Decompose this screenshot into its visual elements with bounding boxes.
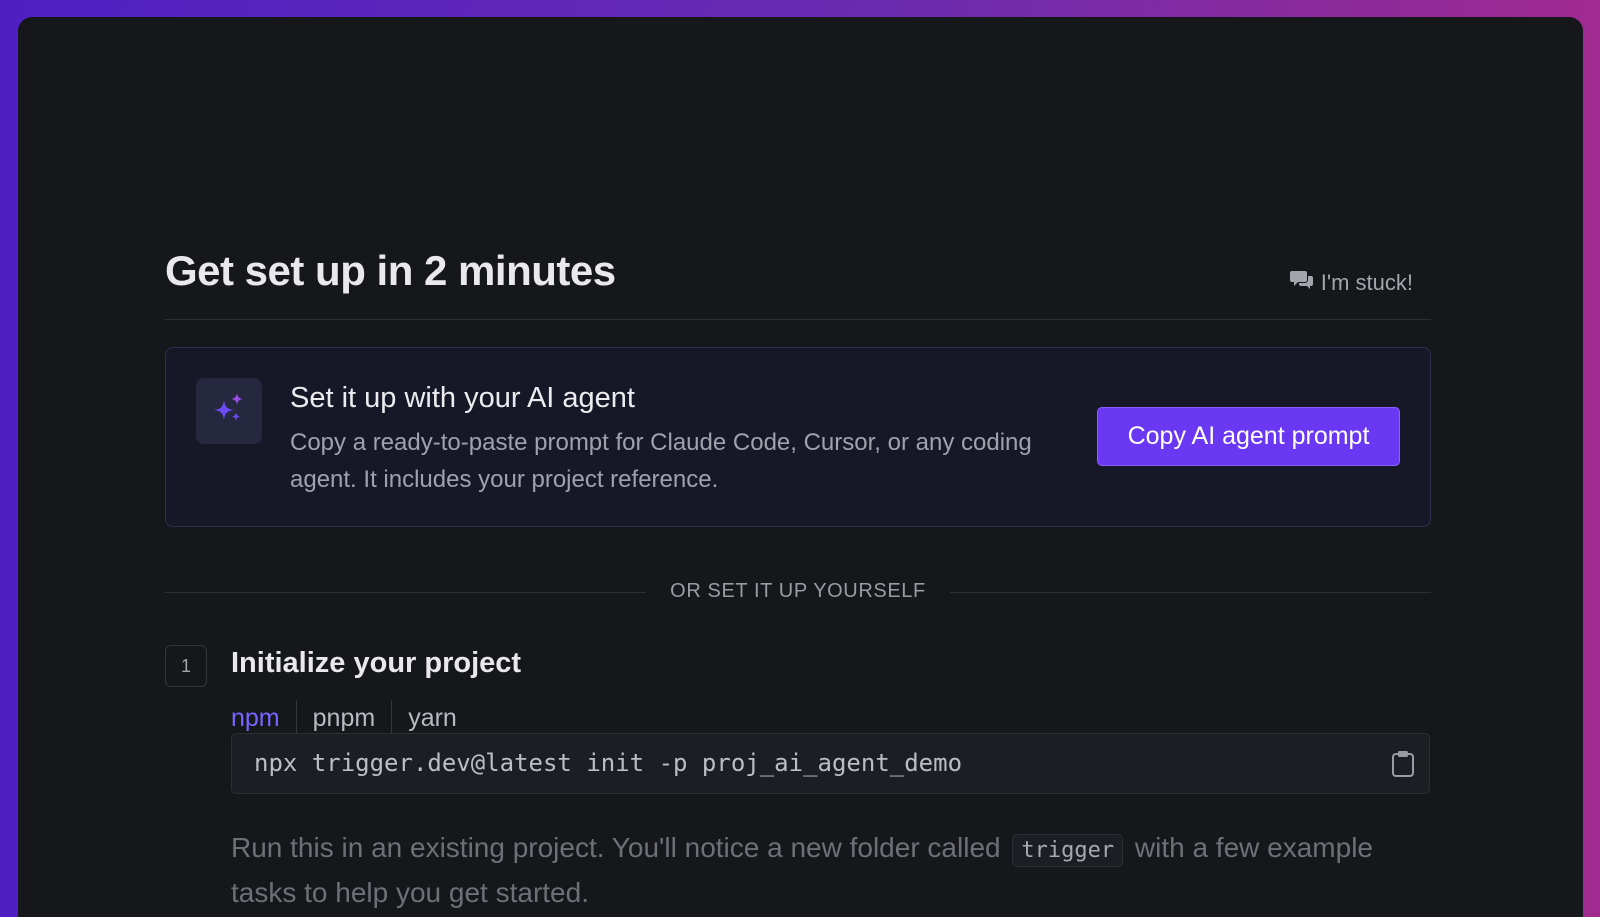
help-text-before: Run this in an existing project. You'll …	[231, 832, 1001, 863]
tab-pnpm[interactable]: pnpm	[297, 699, 392, 737]
ai-card-title: Set it up with your AI agent	[290, 382, 635, 414]
sparkles-icon	[212, 392, 246, 431]
page-header: Get set up in 2 minutes I'm stuck!	[165, 235, 1431, 320]
app-window: Get set up in 2 minutes I'm stuck! Set i…	[18, 17, 1583, 917]
divider-line-right	[950, 592, 1431, 593]
im-stuck-label: I'm stuck!	[1320, 270, 1413, 295]
ai-agent-card: Set it up with your AI agent Copy a read…	[165, 347, 1431, 527]
package-manager-tabs: npm pnpm yarn	[231, 699, 473, 737]
trigger-folder-code: trigger	[1012, 834, 1124, 867]
step-help-text: Run this in an existing project. You'll …	[231, 827, 1431, 914]
tab-yarn[interactable]: yarn	[392, 699, 473, 737]
command-code-block: npx trigger.dev@latest init -p proj_ai_a…	[231, 733, 1430, 794]
ai-card-description: Copy a ready-to-paste prompt for Claude …	[290, 429, 1032, 493]
clipboard-icon[interactable]	[1391, 750, 1415, 783]
or-divider: OR SET IT UP YOURSELF	[165, 577, 1431, 607]
im-stuck-link[interactable]: I'm stuck!	[1289, 269, 1413, 297]
command-text: npx trigger.dev@latest init -p proj_ai_a…	[254, 749, 963, 777]
copy-ai-agent-prompt-button[interactable]: Copy AI agent prompt	[1097, 407, 1400, 466]
step-title: Initialize your project	[231, 647, 522, 679]
page-title: Get set up in 2 minutes	[165, 247, 616, 294]
tab-npm[interactable]: npm	[231, 699, 296, 737]
chat-bubbles-icon	[1289, 269, 1314, 297]
ai-icon-box	[196, 378, 262, 444]
step-number: 1	[165, 645, 207, 687]
